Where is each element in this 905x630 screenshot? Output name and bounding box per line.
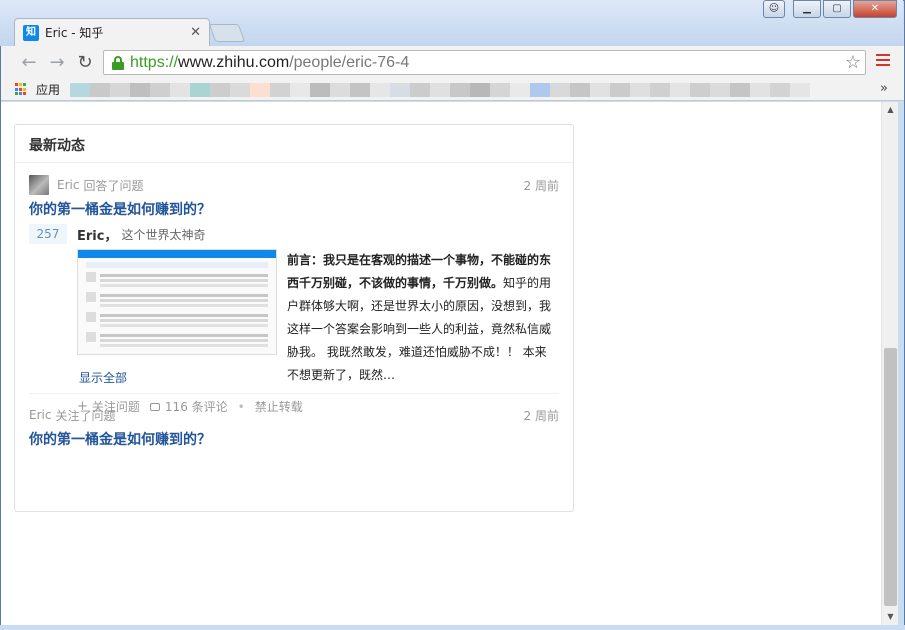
activity-action: 回答了问题 (83, 178, 144, 193)
apps-grid-icon[interactable] (15, 83, 28, 96)
answer-header: 257 Eric， 这个世界太神奇 (29, 223, 559, 245)
blurred-bookmarks (70, 82, 811, 97)
tab-active[interactable]: 知 Eric - 知乎 ✕ (14, 18, 210, 46)
toolbar: ← → ↻ https://www.zhihu.com/people/eric-… (1, 46, 904, 79)
scroll-up-icon[interactable]: ▲ (882, 102, 899, 118)
card-title: 最新动态 (15, 125, 573, 163)
close-tab-icon[interactable]: ✕ (190, 25, 201, 40)
url-path: /people/eric-76-4 (289, 53, 410, 71)
feed-item: Eric 关注了问题 2 周前 你的第一桶金是如何赚到的？ (29, 405, 559, 449)
user-profile-icon[interactable]: ☺ (763, 0, 785, 18)
answer-excerpt[interactable]: 前言：我只是在客观的描述一个事物，不能碰的东西千万别碰，不该做的事情，千万别做。… (287, 249, 552, 387)
chevron-more-icon[interactable]: » (880, 81, 888, 96)
close-window-button[interactable]: ✕ (853, 0, 897, 18)
apps-label[interactable]: 应用 (36, 81, 60, 98)
title-bar: 知 Eric - 知乎 ✕ ☺ ▁ ▢ ✕ (0, 0, 903, 46)
browser-menu-icon[interactable] (876, 54, 890, 68)
tab-title: Eric - 知乎 (45, 26, 104, 40)
bookmark-star-icon[interactable]: ☆ (845, 52, 861, 73)
window-border (898, 102, 904, 629)
zhihu-favicon-icon: 知 (23, 24, 39, 41)
timestamp: 2 周前 (523, 178, 559, 193)
page-viewport: 最新动态 Eric 回答了问题 2 周前 你的第一桶金是如何赚到的？ 257 E… (1, 102, 881, 625)
vertical-scrollbar[interactable]: ▲ ▼ (881, 102, 898, 625)
forward-arrow-icon[interactable]: → (43, 52, 71, 73)
scroll-down-icon[interactable]: ▼ (882, 609, 899, 625)
feed-meta: Eric 关注了问题 2 周前 (29, 405, 559, 425)
activity-action: 关注了问题 (55, 408, 116, 423)
new-tab-button[interactable] (208, 24, 246, 42)
feed-meta: Eric 回答了问题 2 周前 (29, 175, 559, 195)
address-bar[interactable]: https://www.zhihu.com/people/eric-76-4 ☆ (103, 50, 866, 75)
activity-card: 最新动态 Eric 回答了问题 2 周前 你的第一桶金是如何赚到的？ 257 E… (14, 124, 574, 512)
answer-thumbnail[interactable] (77, 249, 277, 355)
minimize-button[interactable]: ▁ (793, 0, 821, 18)
avatar[interactable] (29, 175, 49, 195)
window-border (0, 625, 905, 630)
user-link[interactable]: Eric (57, 178, 79, 192)
scroll-thumb[interactable] (884, 348, 897, 606)
feed-item: Eric 回答了问题 2 周前 你的第一桶金是如何赚到的？ 257 Eric， … (29, 175, 559, 415)
divider (29, 393, 559, 394)
maximize-button[interactable]: ▢ (823, 0, 851, 18)
bookmarks-bar: 应用 » (1, 79, 904, 101)
vote-count-button[interactable]: 257 (29, 224, 67, 244)
user-link[interactable]: Eric (29, 408, 51, 422)
question-link[interactable]: 你的第一桶金是如何赚到的？ (29, 199, 559, 219)
lock-icon (112, 55, 124, 70)
timestamp: 2 周前 (523, 408, 559, 423)
back-arrow-icon[interactable]: ← (15, 52, 43, 73)
url-scheme: https:// (130, 53, 179, 71)
url-text: https://www.zhihu.com/people/eric-76-4 (130, 54, 409, 72)
author-name[interactable]: Eric， (77, 225, 117, 244)
author-bio: 这个世界太神奇 (121, 227, 206, 242)
answer-text: 知乎的用户群体够大啊，还是世界太小的原因，没想到，我这样一个答案会影响到一些人的… (287, 276, 552, 382)
window-controls: ☺ ▁ ▢ ✕ (763, 0, 897, 18)
url-host: www.zhihu.com (178, 53, 290, 71)
question-link[interactable]: 你的第一桶金是如何赚到的？ (29, 429, 559, 449)
answer-body: 前言：我只是在客观的描述一个事物，不能碰的东西千万别碰，不该做的事情，千万别做。… (77, 249, 559, 382)
reload-icon[interactable]: ↻ (71, 52, 99, 73)
